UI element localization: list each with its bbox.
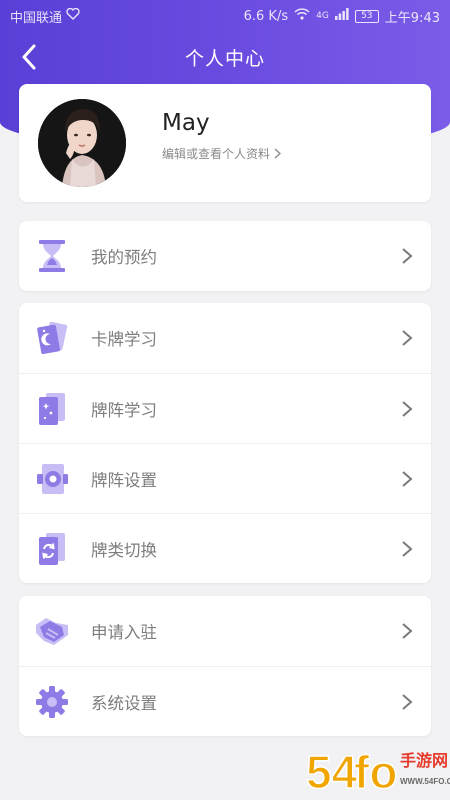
site-watermark-logo: 54 fo 手游网 WWW.54FO.COM xyxy=(305,745,450,799)
chevron-right-icon xyxy=(402,541,413,557)
menu-item-system-settings[interactable]: 系统设置 xyxy=(19,666,431,736)
card-settings-icon xyxy=(34,461,70,497)
back-button[interactable] xyxy=(12,40,46,74)
menu-item-my-appointments[interactable]: 我的预约 xyxy=(19,221,431,291)
chevron-left-icon xyxy=(22,44,36,70)
menu-item-spread-settings[interactable]: 牌阵设置 xyxy=(19,443,431,513)
menu-item-spread-study[interactable]: 牌阵学习 xyxy=(19,373,431,443)
profile-card[interactable]: May 编辑或查看个人资料 xyxy=(19,84,431,202)
menu-group-system: 申请入驻 系统设置 xyxy=(19,596,431,736)
chevron-right-icon xyxy=(402,330,413,346)
hourglass-icon xyxy=(34,238,70,274)
handshake-icon xyxy=(34,613,70,649)
nav-bar: 个人中心 xyxy=(0,36,450,78)
svg-text:fo: fo xyxy=(354,746,397,798)
menu-item-label: 牌阵学习 xyxy=(91,400,157,420)
network-speed: 6.6 K/s xyxy=(243,8,289,24)
menu-item-label: 牌类切换 xyxy=(91,540,157,560)
menu-item-apply-join[interactable]: 申请入驻 xyxy=(19,596,431,666)
menu-item-label: 申请入驻 xyxy=(91,623,157,642)
username: May xyxy=(162,110,210,136)
star-card-icon xyxy=(34,391,70,427)
signal-icon xyxy=(334,8,349,24)
chevron-right-icon xyxy=(402,401,413,417)
menu-item-label: 系统设置 xyxy=(91,693,157,713)
status-bar: 中国联通 6.6 K/s 4G 53 上午9:43 xyxy=(0,0,450,32)
wifi-icon xyxy=(294,8,310,24)
chevron-right-icon xyxy=(402,623,413,639)
clock: 上午9:43 xyxy=(384,10,440,26)
menu-item-card-switch[interactable]: 牌类切换 xyxy=(19,513,431,583)
chevron-right-icon xyxy=(402,248,413,264)
svg-text:54: 54 xyxy=(306,746,358,798)
chevron-right-icon xyxy=(402,471,413,487)
svg-text:WWW.54FO.COM: WWW.54FO.COM xyxy=(400,777,450,786)
heart-icon xyxy=(66,7,80,24)
menu-item-label: 我的预约 xyxy=(91,248,157,267)
edit-profile-label: 编辑或查看个人资料 xyxy=(162,147,271,161)
card-switch-icon xyxy=(34,531,70,567)
page-title: 个人中心 xyxy=(184,47,265,70)
tarot-cards-icon xyxy=(34,320,70,356)
edit-profile-link[interactable]: 编辑或查看个人资料 xyxy=(162,145,282,162)
avatar[interactable] xyxy=(38,99,126,187)
menu-group-appointments: 我的预约 xyxy=(19,221,431,291)
network-type: 4G xyxy=(316,11,329,21)
menu-group-cards: 卡牌学习 牌阵学习 牌阵设置 牌类切换 xyxy=(19,303,431,583)
battery-level: 53 xyxy=(361,10,373,21)
menu-item-card-study[interactable]: 卡牌学习 xyxy=(19,303,431,373)
chevron-right-icon xyxy=(274,148,282,159)
carrier-label: 中国联通 xyxy=(10,10,63,26)
menu-item-label: 牌阵设置 xyxy=(91,470,157,490)
chevron-right-icon xyxy=(402,694,413,710)
gear-icon xyxy=(34,684,70,720)
menu-item-label: 卡牌学习 xyxy=(91,330,157,349)
svg-text:手游网: 手游网 xyxy=(400,751,448,770)
battery-icon: 53 xyxy=(354,9,379,23)
